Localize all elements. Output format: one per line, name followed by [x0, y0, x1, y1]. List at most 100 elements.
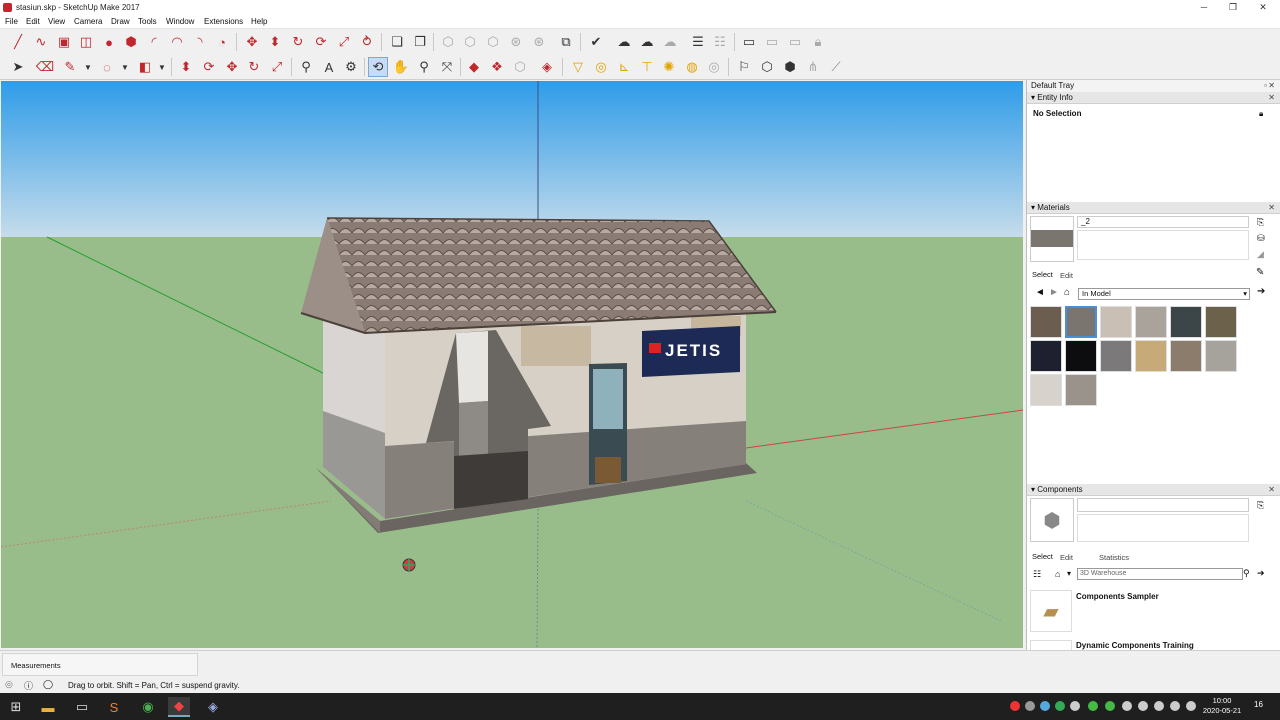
- rotate2-icon[interactable]: ↻: [244, 57, 264, 77]
- tray-network-app-icon[interactable]: [1040, 701, 1050, 711]
- materials-header[interactable]: ▾ Materials ✕: [1027, 202, 1280, 214]
- warehouse-search-input[interactable]: 3D Warehouse: [1077, 568, 1243, 580]
- material-swatch[interactable]: [1205, 340, 1237, 372]
- material-swatch[interactable]: [1170, 306, 1202, 338]
- components-icon[interactable]: ❏: [387, 32, 407, 52]
- language-icon[interactable]: [1170, 701, 1180, 711]
- components-sampler-label[interactable]: Components Sampler: [1076, 592, 1159, 601]
- text-icon[interactable]: A: [319, 57, 339, 77]
- georef-icon[interactable]: ◎: [5, 679, 13, 690]
- material-swatch[interactable]: [1030, 374, 1062, 406]
- dynamic-components-thumb[interactable]: [1030, 640, 1072, 650]
- menu-help[interactable]: Help: [251, 17, 267, 26]
- arc2-icon[interactable]: ◠: [167, 32, 187, 52]
- model-viewport[interactable]: JETIS: [1, 81, 1023, 648]
- zoom-extents-icon[interactable]: ⤧: [437, 57, 457, 77]
- xray-icon[interactable]: ⧉: [556, 32, 576, 52]
- arc3-icon[interactable]: ◝: [190, 32, 210, 52]
- sandbox3-icon[interactable]: ⟋: [826, 57, 846, 77]
- file-explorer-icon[interactable]: ▬: [38, 697, 58, 717]
- scale2-icon[interactable]: ⤢: [267, 57, 287, 77]
- maximize-button[interactable]: ❐: [1219, 1, 1247, 13]
- rotated-rect-icon[interactable]: ◫: [76, 32, 96, 52]
- forward-arrow-icon[interactable]: ►: [1049, 287, 1059, 298]
- tray-close-icon[interactable]: ✕: [1268, 80, 1275, 92]
- materials-tab-select[interactable]: Select: [1032, 270, 1053, 279]
- components-tab-statistics[interactable]: Statistics: [1099, 553, 1129, 562]
- front-view-icon[interactable]: ⬡: [483, 32, 503, 52]
- tray-green-app-icon[interactable]: [1088, 701, 1098, 711]
- menu-camera[interactable]: Camera: [74, 17, 102, 26]
- section-display-icon[interactable]: ▭: [785, 32, 805, 52]
- section-icon[interactable]: ▭: [762, 32, 782, 52]
- group-icon[interactable]: ❐: [410, 32, 430, 52]
- material-swatch[interactable]: [1135, 306, 1167, 338]
- close-button[interactable]: ✕: [1249, 1, 1277, 13]
- search-icon[interactable]: ⚲: [1243, 568, 1250, 579]
- dimension-icon[interactable]: ▽: [568, 57, 588, 77]
- material-swatch[interactable]: [1065, 374, 1097, 406]
- move2-icon[interactable]: ✥: [222, 57, 242, 77]
- offset-icon[interactable]: ⥁: [357, 32, 377, 52]
- dynamic-components-label[interactable]: Dynamic Components Training: [1076, 641, 1194, 650]
- menu-view[interactable]: View: [48, 17, 65, 26]
- polygon-icon[interactable]: ⬢: [121, 32, 141, 52]
- pencil-icon[interactable]: ✎: [60, 57, 80, 77]
- tape-icon[interactable]: ⚲: [296, 57, 316, 77]
- pan-icon[interactable]: ✋: [391, 57, 411, 77]
- pushpull-icon[interactable]: ⬍: [265, 32, 285, 52]
- entity-info-close-icon[interactable]: ✕: [1268, 92, 1275, 104]
- warehouse-icon[interactable]: ◆: [464, 57, 484, 77]
- protractor-icon[interactable]: ⚙: [341, 57, 361, 77]
- menu-draw[interactable]: Draw: [111, 17, 130, 26]
- components-tab-select[interactable]: Select: [1032, 552, 1053, 561]
- rotate-icon[interactable]: ↻: [288, 32, 308, 52]
- lock-icon[interactable]: 🔒︎: [808, 32, 828, 52]
- menu-edit[interactable]: Edit: [26, 17, 40, 26]
- details-arrow-icon[interactable]: ➔: [1257, 568, 1265, 579]
- menu-tools[interactable]: Tools: [138, 17, 157, 26]
- tray-sync-icon[interactable]: [1055, 701, 1065, 711]
- material-swatch[interactable]: [1030, 306, 1062, 338]
- home-icon[interactable]: ⌂: [1055, 569, 1060, 579]
- component-details-icon[interactable]: ⎘: [1257, 500, 1264, 511]
- material-swatch[interactable]: [1135, 340, 1167, 372]
- scale-icon[interactable]: ⤢: [334, 32, 354, 52]
- clock[interactable]: 10:00 2020-05-21: [1200, 696, 1244, 716]
- model-info-icon[interactable]: ⚐: [734, 57, 754, 77]
- right-view-icon[interactable]: ⊛: [506, 32, 526, 52]
- sandbox-icon[interactable]: ☰: [688, 32, 708, 52]
- extension-warehouse-icon[interactable]: ❖: [487, 57, 507, 77]
- export-icon[interactable]: ⬡: [757, 57, 777, 77]
- line-icon[interactable]: ╱: [8, 32, 28, 52]
- user-icon[interactable]: ◯: [43, 679, 53, 690]
- followme-icon[interactable]: ⟳: [311, 32, 331, 52]
- back-arrow-icon[interactable]: ◄: [1035, 287, 1045, 298]
- material-swatch[interactable]: [1065, 306, 1097, 338]
- layout-icon[interactable]: ⬡: [510, 57, 530, 77]
- eyedropper-icon[interactable]: ✎: [1256, 267, 1264, 278]
- components-header[interactable]: ▾ Components ✕: [1027, 484, 1280, 496]
- eraser-icon[interactable]: ⌫: [35, 57, 55, 77]
- volume-icon[interactable]: [1154, 701, 1164, 711]
- freehand-icon[interactable]: ∿: [31, 32, 51, 52]
- tray-show-hidden-icon[interactable]: [1122, 701, 1132, 711]
- circle-icon[interactable]: ●: [99, 32, 119, 52]
- shape-dropdown-icon[interactable]: ▼: [152, 57, 172, 77]
- axes-icon[interactable]: ⊾: [614, 57, 634, 77]
- material-name-field[interactable]: _2: [1077, 216, 1249, 228]
- contours-icon[interactable]: ☷: [710, 32, 730, 52]
- walk-icon[interactable]: ◎: [704, 57, 724, 77]
- shaded-icon[interactable]: ☁: [637, 32, 657, 52]
- create-material-icon[interactable]: ⎘: [1257, 217, 1264, 228]
- material-library-select[interactable]: In Model ▾: [1078, 288, 1250, 300]
- material-swatch[interactable]: [1030, 340, 1062, 372]
- sun-icon[interactable]: ✺: [659, 57, 679, 77]
- view-options-icon[interactable]: ☷: [1033, 569, 1041, 580]
- follow2-icon[interactable]: ⟳: [199, 57, 219, 77]
- tray-record-icon[interactable]: [1010, 701, 1020, 711]
- scene-icon[interactable]: ▭: [739, 32, 759, 52]
- move-icon[interactable]: ✥: [242, 32, 262, 52]
- info-icon[interactable]: ⓘ: [24, 679, 33, 692]
- tray-pin-icon[interactable]: ▫: [1264, 80, 1267, 92]
